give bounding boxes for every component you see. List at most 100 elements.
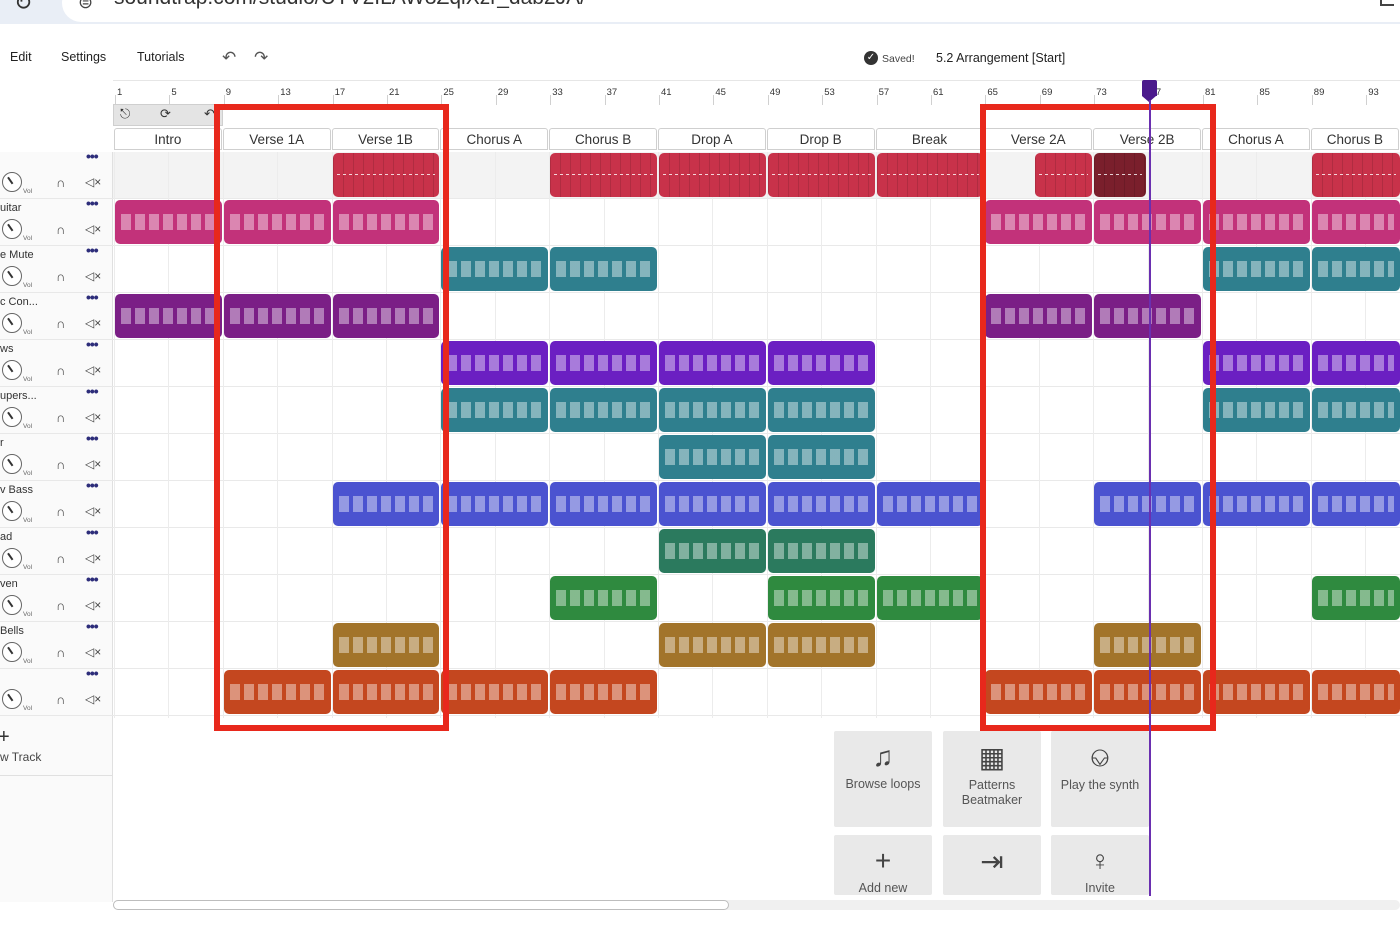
audio-clip[interactable]: [550, 388, 657, 432]
solo-headphones-icon[interactable]: ∩: [56, 316, 65, 331]
audio-clip[interactable]: [1311, 670, 1400, 714]
section-drop-a[interactable]: Drop A: [658, 128, 766, 150]
new-track-button[interactable]: + w Track: [0, 726, 113, 776]
solo-headphones-icon[interactable]: ∩: [56, 363, 65, 378]
track-name[interactable]: uitar: [0, 202, 21, 214]
audio-clip[interactable]: [659, 388, 766, 432]
mute-speaker-icon[interactable]: ◁×: [85, 551, 101, 565]
audio-clip[interactable]: [1203, 482, 1310, 526]
section-chorus-a[interactable]: Chorus A: [1202, 128, 1310, 150]
audio-clip[interactable]: [659, 341, 766, 385]
audio-clip[interactable]: [441, 482, 549, 526]
audio-clip[interactable]: [1311, 200, 1400, 244]
action-tile[interactable]: ♫ Browse loops: [834, 731, 932, 827]
audio-clip[interactable]: [767, 388, 875, 432]
solo-headphones-icon[interactable]: ∩: [56, 504, 65, 519]
mute-speaker-icon[interactable]: ◁×: [85, 645, 101, 659]
section-break[interactable]: Break: [875, 128, 984, 150]
project-title[interactable]: 5.2 Arrangement [Start]: [936, 51, 1065, 65]
audio-clip[interactable]: [659, 482, 766, 526]
volume-knob[interactable]: [2, 266, 22, 286]
track-name[interactable]: ad: [0, 531, 12, 543]
audio-clip[interactable]: [550, 247, 657, 291]
audio-clip[interactable]: [441, 670, 549, 714]
solo-headphones-icon[interactable]: ∩: [56, 645, 65, 660]
more-options-icon[interactable]: •••: [86, 618, 99, 634]
track-header[interactable]: upers... ••• Vol ∩ ◁×: [0, 383, 113, 434]
audio-clip[interactable]: [659, 529, 766, 573]
solo-headphones-icon[interactable]: ∩: [56, 175, 65, 190]
more-options-icon[interactable]: •••: [86, 477, 99, 493]
audio-clip[interactable]: [767, 529, 875, 573]
audio-clip[interactable]: [550, 670, 657, 714]
solo-headphones-icon[interactable]: ∩: [56, 457, 65, 472]
track-name[interactable]: ven: [0, 578, 18, 590]
section-chorus-b[interactable]: Chorus B: [549, 128, 657, 150]
track-header[interactable]: ven ••• Vol ∩ ◁×: [0, 571, 113, 622]
audio-clip[interactable]: [767, 482, 875, 526]
audio-clip[interactable]: [1203, 200, 1310, 244]
audio-clip[interactable]: [767, 623, 875, 667]
scrollbar-thumb[interactable]: [113, 900, 729, 910]
audio-clip[interactable]: [550, 153, 657, 197]
track-name[interactable]: ws: [0, 343, 13, 355]
audio-clip[interactable]: [767, 435, 875, 479]
track-name[interactable]: c Con...: [0, 296, 38, 308]
audio-clip[interactable]: [659, 435, 766, 479]
action-tile[interactable]: ⎉ Play the synth: [1051, 731, 1149, 827]
audio-clip[interactable]: [1203, 670, 1310, 714]
solo-headphones-icon[interactable]: ∩: [56, 410, 65, 425]
audio-clip[interactable]: [115, 200, 222, 244]
menu-settings[interactable]: Settings: [61, 50, 106, 64]
track-header[interactable]: uitar ••• Vol ∩ ◁×: [0, 195, 113, 246]
track-header[interactable]: c Con... ••• Vol ∩ ◁×: [0, 289, 113, 340]
volume-knob[interactable]: [2, 689, 22, 709]
solo-headphones-icon[interactable]: ∩: [56, 598, 65, 613]
volume-knob[interactable]: [2, 172, 22, 192]
mute-speaker-icon[interactable]: ◁×: [85, 410, 101, 424]
audio-clip[interactable]: [1311, 482, 1400, 526]
more-options-icon[interactable]: •••: [86, 383, 99, 399]
audio-clip[interactable]: [1311, 576, 1400, 620]
audio-clip[interactable]: [767, 341, 875, 385]
audio-clip[interactable]: [441, 247, 549, 291]
audio-clip[interactable]: [659, 153, 766, 197]
more-options-icon[interactable]: •••: [86, 430, 99, 446]
timeline-ruler[interactable]: 1591317212529333741454953576165697377818…: [113, 80, 1400, 105]
volume-knob[interactable]: [2, 454, 22, 474]
more-options-icon[interactable]: •••: [86, 289, 99, 305]
window-corner-icon[interactable]: [1380, 0, 1394, 6]
fit-icon[interactable]: ⎋: [120, 106, 130, 122]
volume-knob[interactable]: [2, 407, 22, 427]
audio-clip[interactable]: [1203, 247, 1310, 291]
audio-clip[interactable]: [550, 341, 657, 385]
mute-speaker-icon[interactable]: ◁×: [85, 222, 101, 236]
audio-clip[interactable]: [767, 576, 875, 620]
action-tile[interactable]: ⇥: [943, 835, 1041, 895]
track-name[interactable]: v Bass: [0, 484, 33, 496]
audio-clip[interactable]: [767, 153, 875, 197]
solo-headphones-icon[interactable]: ∩: [56, 692, 65, 707]
audio-clip[interactable]: [659, 623, 766, 667]
section-intro[interactable]: Intro: [114, 128, 222, 150]
volume-knob[interactable]: [2, 501, 22, 521]
section-chorus-b[interactable]: Chorus B: [1310, 128, 1399, 150]
audio-clip[interactable]: [441, 341, 549, 385]
track-header[interactable]: ad ••• Vol ∩ ◁×: [0, 524, 113, 575]
volume-knob[interactable]: [2, 642, 22, 662]
volume-knob[interactable]: [2, 219, 22, 239]
audio-clip[interactable]: [876, 576, 984, 620]
mute-speaker-icon[interactable]: ◁×: [85, 269, 101, 283]
audio-clip[interactable]: [550, 482, 657, 526]
mute-speaker-icon[interactable]: ◁×: [85, 316, 101, 330]
track-header[interactable]: ••• Vol ∩ ◁×: [0, 148, 113, 199]
track-name[interactable]: upers...: [0, 390, 37, 402]
mute-speaker-icon[interactable]: ◁×: [85, 598, 101, 612]
loop-icon[interactable]: ⟳: [160, 106, 171, 122]
volume-knob[interactable]: [2, 313, 22, 333]
track-header[interactable]: ••• Vol ∩ ◁×: [0, 665, 113, 716]
action-tile[interactable]: ▦ Patterns Beatmaker: [943, 731, 1041, 827]
track-header[interactable]: v Bass ••• Vol ∩ ◁×: [0, 477, 113, 528]
action-tile[interactable]: + Add new: [834, 835, 932, 895]
mute-speaker-icon[interactable]: ◁×: [85, 504, 101, 518]
